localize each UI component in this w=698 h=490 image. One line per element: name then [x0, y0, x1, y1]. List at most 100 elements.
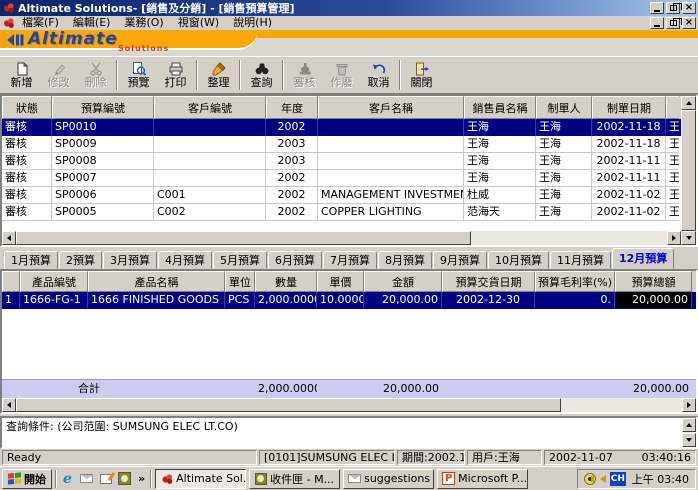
- mdi-child-icon[interactable]: [2, 17, 15, 29]
- tab-month-8[interactable]: 8月預算: [378, 251, 432, 269]
- tab-month-10[interactable]: 10月預算: [488, 251, 549, 269]
- binoculars-icon: [255, 62, 269, 76]
- menu-help[interactable]: 說明(H): [226, 16, 279, 30]
- clock[interactable]: 上午 03:40: [630, 471, 689, 487]
- status-datetime: 2002-11-07 03:40:16: [544, 450, 696, 465]
- query-button[interactable]: 查詢: [243, 58, 280, 92]
- table-row[interactable]: 審核SP0005C0022002COPPER LIGHTING范海天王海2002…: [2, 204, 681, 221]
- menu-edit[interactable]: 編輯(E): [66, 16, 118, 30]
- sound-wave-icon[interactable]: [584, 473, 596, 485]
- column-header-date: 制單日期: [592, 96, 666, 119]
- close-window-button[interactable]: 關閉: [403, 58, 440, 92]
- tab-month-2[interactable]: 2預算: [59, 251, 102, 269]
- toolbar-separator: [282, 60, 284, 90]
- tab-month-12[interactable]: 12月預算: [612, 248, 674, 269]
- tab-month-9[interactable]: 9月預算: [433, 251, 487, 269]
- column-header-partial: [666, 96, 679, 119]
- scrollbar-thumb[interactable]: [16, 231, 471, 245]
- system-tray: CH 上午 03:40: [577, 469, 696, 489]
- menu-window[interactable]: 視窗(W): [171, 16, 226, 30]
- edit-button: 修改: [40, 58, 77, 92]
- menu-business[interactable]: 業務(O): [117, 16, 170, 30]
- tab-month-11[interactable]: 11月預算: [550, 251, 611, 269]
- print-button[interactable]: 打印: [157, 58, 194, 92]
- budget-detail-grid: 產品編號 產品名稱 單位 數量 單價 金額 預算交貨日期 預算毛利率(%) 預算…: [0, 269, 698, 414]
- close-button[interactable]: ×: [682, 2, 696, 14]
- scroll-left-button[interactable]: [2, 231, 16, 245]
- scissors-icon: [89, 62, 103, 76]
- start-button[interactable]: 開始: [2, 469, 52, 489]
- brand-subtitle: Solutions: [118, 44, 169, 53]
- new-document-icon: [15, 62, 29, 76]
- outlook-icon[interactable]: [117, 471, 132, 486]
- restore-button[interactable]: [666, 2, 680, 14]
- volume-icon[interactable]: [600, 475, 606, 483]
- child-close-button[interactable]: ×: [682, 17, 696, 29]
- tab-month-7[interactable]: 7月預算: [323, 251, 377, 269]
- column-header-delivery-date: 預算交貨日期: [442, 271, 535, 292]
- tab-month-6[interactable]: 6月預算: [268, 251, 322, 269]
- scroll-up-button[interactable]: [682, 418, 696, 432]
- exit-door-icon: [415, 62, 429, 76]
- totals-amount: 20,000.00: [364, 380, 442, 398]
- tab-month-1[interactable]: 1月預算: [4, 251, 58, 269]
- totals-qty: 2,000.0000: [255, 380, 317, 398]
- child-restore-button[interactable]: [666, 17, 680, 29]
- scroll-up-button[interactable]: [681, 96, 696, 110]
- status-time: 03:40:16: [642, 451, 691, 464]
- child-minimize-button[interactable]: [650, 17, 664, 29]
- table-row[interactable]: 審核SP00082003王海王海2002-11-11王: [2, 153, 681, 170]
- powerpoint-icon: P: [442, 472, 455, 485]
- show-desktop-icon[interactable]: [98, 471, 113, 486]
- tab-month-4[interactable]: 4月預算: [158, 251, 212, 269]
- table-row[interactable]: 審核SP00092003王海王海2002-11-18王: [2, 136, 681, 153]
- status-user: 用戶:王海: [467, 450, 542, 465]
- taskbar-item-inbox[interactable]: 收件匣 - M...: [249, 469, 340, 489]
- query-condition-panel: 查詢條件: (公司范圍: SUMSUNG ELEC LT.CO): [0, 416, 698, 449]
- internet-explorer-icon[interactable]: e: [60, 471, 75, 486]
- status-ready: Ready: [2, 450, 257, 465]
- brand-banner: Altimate Solutions: [0, 30, 698, 56]
- new-button[interactable]: 新增: [3, 58, 40, 92]
- focused-cell[interactable]: 20,000.00: [615, 292, 692, 309]
- taskbar-item-altimate[interactable]: Altimate Sol...: [155, 469, 246, 489]
- taskbar-item-powerpoint[interactable]: P Microsoft P...: [437, 469, 528, 489]
- table-row[interactable]: 審核SP00072002王海王海2002-11-11王: [2, 170, 681, 187]
- outlook-express-icon[interactable]: [79, 471, 94, 486]
- toolbar-separator: [196, 60, 198, 90]
- tab-month-5[interactable]: 5月預算: [213, 251, 267, 269]
- banner-logo-icon: [6, 33, 24, 47]
- scroll-down-button[interactable]: [681, 231, 696, 245]
- preview-button[interactable]: 預覽: [120, 58, 157, 92]
- menu-file[interactable]: 檔案(F): [15, 16, 66, 30]
- scroll-left-button[interactable]: [2, 398, 16, 412]
- input-language-badge[interactable]: CH: [610, 472, 626, 486]
- quick-launch-more-button[interactable]: »: [136, 472, 147, 485]
- scroll-right-button[interactable]: [682, 398, 696, 412]
- master-horizontal-scrollbar[interactable]: [2, 231, 681, 245]
- query-scrollbar[interactable]: [682, 418, 696, 447]
- taskbar-item-suggestions[interactable]: suggestions ...: [343, 469, 434, 489]
- budget-list-header: 狀態 預算編號 客戶編號 年度 客戶名稱 銷售員名稱 制單人 制單日期: [2, 96, 681, 119]
- start-label: 開始: [24, 471, 46, 487]
- tab-month-3[interactable]: 3月預算: [103, 251, 157, 269]
- scrollbar-thumb[interactable]: [681, 110, 696, 231]
- column-header-customer-name: 客戶名稱: [318, 96, 464, 119]
- cancel-button[interactable]: 取消: [360, 58, 397, 92]
- void-button: 作廢: [323, 58, 360, 92]
- minimize-button[interactable]: [650, 2, 664, 14]
- detail-header: 產品編號 產品名稱 單位 數量 單價 金額 預算交貨日期 預算毛利率(%) 預算…: [2, 271, 696, 292]
- organize-button[interactable]: 整理: [200, 58, 237, 92]
- windows-flag-icon: [8, 472, 21, 484]
- scroll-down-button[interactable]: [682, 433, 696, 447]
- master-vertical-scrollbar[interactable]: [681, 96, 696, 245]
- scrollbar-thumb[interactable]: [16, 398, 561, 412]
- scroll-right-button[interactable]: [667, 231, 681, 245]
- detail-horizontal-scrollbar[interactable]: [2, 398, 696, 412]
- table-row[interactable]: 審核SP0006C0012002MANAGEMENT INVESTMENT & …: [2, 187, 681, 204]
- app-logo-icon: [2, 2, 15, 14]
- table-row[interactable]: 審核SP00102002王海王海2002-11-18王: [2, 119, 681, 136]
- column-header-status: 狀態: [2, 96, 52, 119]
- toolbar-separator: [116, 60, 118, 90]
- table-row[interactable]: 1 1666-FG-1 1666 FINISHED GOODS PCS 2,00…: [2, 292, 696, 309]
